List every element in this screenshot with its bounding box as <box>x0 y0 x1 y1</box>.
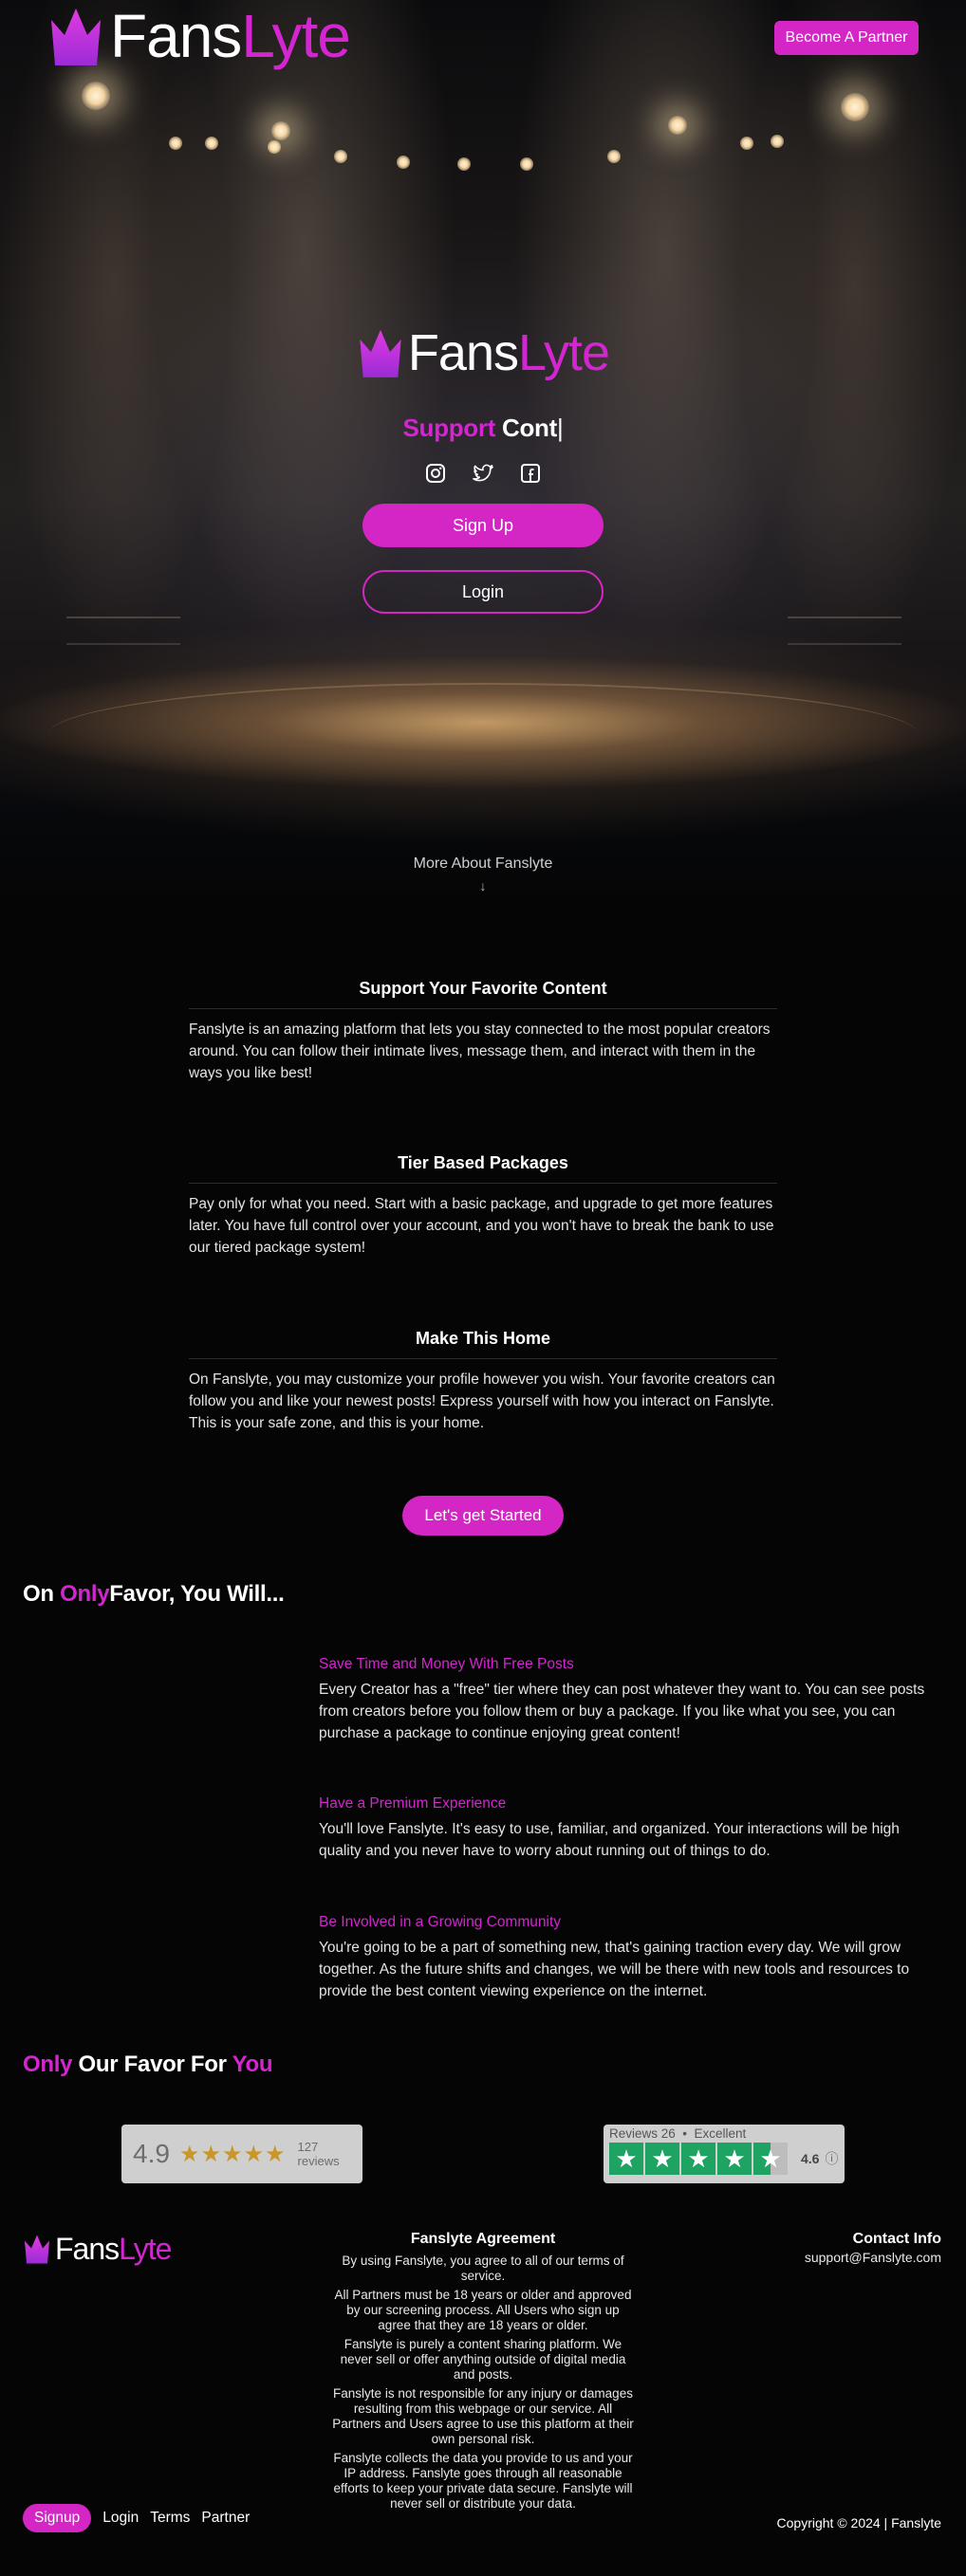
login-button[interactable]: Login <box>362 570 604 614</box>
typing-headline: Support Cont| <box>403 414 564 443</box>
feature-block: Support Your Favorite Content Fanslyte i… <box>189 979 777 1084</box>
logo-text-lyte: Lyte <box>119 2232 172 2266</box>
agreement-paragraph: Fanslyte is purely a content sharing pla… <box>340 2337 626 2382</box>
feature-title: Make This Home <box>189 1329 777 1359</box>
typing-word-highlight: Support <box>402 414 496 442</box>
footer-agreement: Fanslyte Agreement By using Fanslyte, yo… <box>331 2231 635 2515</box>
contact-title: Contact Info <box>852 2231 941 2247</box>
review-widget-rating[interactable]: 4.9 ★★★★★ 127 reviews <box>121 2125 362 2183</box>
become-partner-button[interactable]: Become A Partner <box>774 21 919 55</box>
agreement-paragraph: All Partners must be 18 years or older a… <box>334 2288 632 2332</box>
footer-nav: Signup Login Terms Partner <box>23 2504 250 2532</box>
footer-partner-link[interactable]: Partner <box>201 2510 250 2527</box>
hero-logo: FansLyte <box>357 324 610 381</box>
agreement-paragraph: Fanslyte collects the data you provide t… <box>333 2451 633 2511</box>
signup-button[interactable]: Sign Up <box>362 504 604 547</box>
feature-body: Fanslyte is an amazing platform that let… <box>189 1021 771 1081</box>
info-icon[interactable]: ⓘ <box>825 2149 838 2168</box>
stage-bench <box>788 616 901 645</box>
footer-terms-link[interactable]: Terms <box>150 2510 190 2527</box>
review-meta: Reviews 26 • Excellent <box>609 2126 747 2141</box>
review-score: 4.9 <box>133 2139 170 2168</box>
benefit-item: Save Time and Money With Free Posts Ever… <box>319 1656 945 1744</box>
feature-body: On Fanslyte, you may customize your prof… <box>189 1371 775 1431</box>
hero-section: FansLyte Become A Partner FansLyte Suppo… <box>0 0 966 911</box>
get-started-button[interactable]: Let's get Started <box>402 1496 564 1536</box>
footer-signup-button[interactable]: Signup <box>23 2504 92 2532</box>
twitter-icon[interactable] <box>472 462 494 485</box>
benefit-item: Be Involved in a Growing Community You'r… <box>319 1914 945 2002</box>
benefit-title: Save Time and Money With Free Posts <box>319 1656 574 1672</box>
more-about-link[interactable]: More About Fanslyte <box>0 856 966 873</box>
logo-text-lyte: Lyte <box>241 2 351 70</box>
agreement-title: Fanslyte Agreement <box>410 2231 556 2247</box>
star-icon: ★ <box>609 2143 643 2175</box>
instagram-icon[interactable] <box>424 462 447 485</box>
benefit-item: Have a Premium Experience You'll love Fa… <box>319 1795 945 1862</box>
section-title-favor: Only Our Favor For You <box>23 2052 273 2077</box>
facebook-icon[interactable] <box>519 462 542 485</box>
logo-text-fans: Fans <box>110 2 242 70</box>
benefit-title: Be Involved in a Growing Community <box>319 1914 562 1930</box>
stage-bench <box>66 616 180 645</box>
feature-block: Make This Home On Fanslyte, you may cust… <box>189 1329 777 1434</box>
benefit-body: Every Creator has a "free" tier where th… <box>319 1682 925 1741</box>
star-icon: ★ <box>717 2143 752 2175</box>
crown-icon <box>51 9 101 65</box>
star-icon: ★ <box>681 2143 715 2175</box>
header-logo[interactable]: FansLyte <box>47 6 351 66</box>
stage-lights <box>0 57 966 190</box>
arrow-down-icon[interactable]: ↓ <box>0 878 966 893</box>
stage-floor <box>47 683 919 787</box>
typing-caret: | <box>557 414 564 442</box>
typing-word: Cont <box>502 414 557 442</box>
section-title-will: On OnlyFavor, You Will... <box>23 1581 285 1607</box>
agreement-paragraph: By using Fanslyte, you agree to all of o… <box>342 2254 624 2283</box>
crown-icon <box>360 329 401 377</box>
hero-center: FansLyte Support Cont| Sign Up Login <box>0 326 966 614</box>
feature-title: Support Your Favorite Content <box>189 979 777 1009</box>
social-links <box>424 462 542 485</box>
benefit-body: You're going to be a part of something n… <box>319 1940 910 1999</box>
review-count: 127 reviews <box>297 2140 340 2168</box>
contact-email-link[interactable]: support@Fanslyte.com <box>805 2250 941 2265</box>
star-icon: ★ <box>645 2143 679 2175</box>
agreement-paragraph: Fanslyte is not responsible for any inju… <box>332 2386 634 2446</box>
logo-text-lyte: Lyte <box>517 324 610 381</box>
title-highlight: Only <box>60 1581 110 1607</box>
copyright-text: Copyright © 2024 | Fanslyte <box>776 2515 941 2530</box>
benefit-body: You'll love Fanslyte. It's easy to use, … <box>319 1821 900 1859</box>
star-rating-icon: ★★★★★ <box>178 2141 287 2167</box>
review-rating: 4.6 <box>801 2151 820 2166</box>
logo-text-fans: Fans <box>55 2232 120 2266</box>
feature-block: Tier Based Packages Pay only for what yo… <box>189 1153 777 1259</box>
crown-icon <box>25 2235 49 2264</box>
benefit-title: Have a Premium Experience <box>319 1795 507 1812</box>
star-half-icon: ★ <box>753 2143 788 2175</box>
logo-text-fans: Fans <box>407 324 519 381</box>
footer-contact: Contact Info support@Fanslyte.com <box>805 2231 941 2265</box>
feature-title: Tier Based Packages <box>189 1153 777 1184</box>
feature-body: Pay only for what you need. Start with a… <box>189 1196 774 1256</box>
review-widget-trustpilot[interactable]: Reviews 26 • Excellent ★ ★ ★ ★ ★ 4.6 ⓘ <box>604 2125 845 2183</box>
footer-logo[interactable]: FansLyte <box>23 2232 172 2266</box>
footer-login-link[interactable]: Login <box>102 2510 139 2527</box>
